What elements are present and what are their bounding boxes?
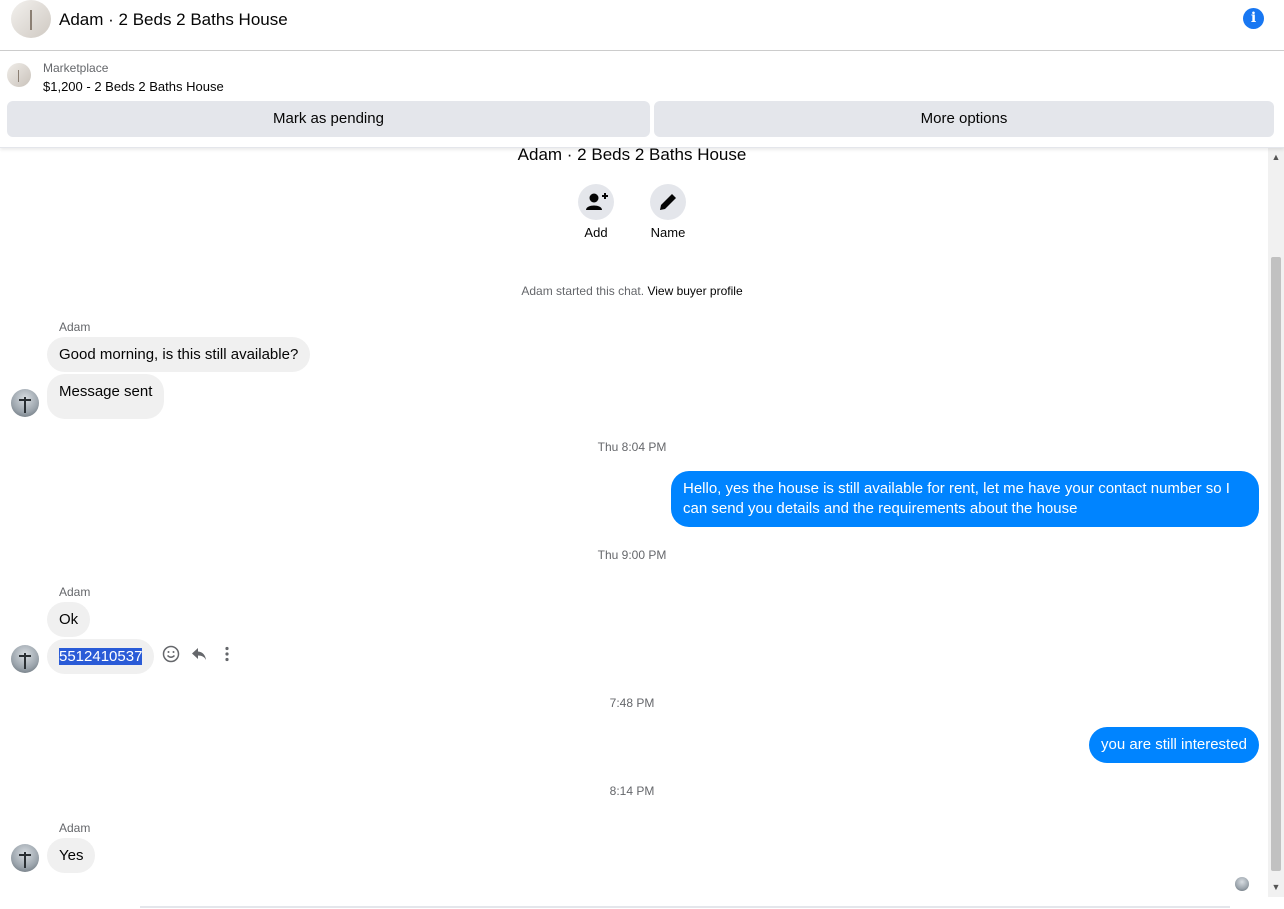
composer-top-border (140, 906, 1230, 908)
chat-header: Adam · 2 Beds 2 Baths House i (0, 0, 1284, 51)
chat-title[interactable]: Adam · 2 Beds 2 Baths House (59, 10, 288, 30)
chat-scrollbar[interactable]: ▲ ▼ (1268, 147, 1284, 897)
incoming-message[interactable]: Good morning, is this still available? (47, 337, 311, 372)
outgoing-message-line: Hello, yes the house is still available … (683, 480, 1230, 497)
scroll-down-arrow-icon[interactable]: ▼ (1268, 879, 1284, 895)
name-label: Name (650, 225, 686, 240)
pencil-icon[interactable] (650, 184, 686, 220)
view-buyer-profile-link[interactable]: View buyer profile (647, 284, 742, 298)
more-vertical-icon[interactable] (217, 645, 237, 665)
adam-avatar[interactable] (11, 389, 39, 417)
listing-avatar[interactable] (11, 0, 51, 38)
add-label: Add (584, 225, 608, 240)
adam-avatar[interactable] (11, 844, 39, 872)
scroll-up-arrow-icon[interactable]: ▲ (1268, 149, 1284, 165)
mark-as-pending-button[interactable]: Mark as pending (7, 101, 650, 137)
outgoing-message[interactable]: you are still interested (1089, 727, 1259, 763)
outgoing-message[interactable]: Hello, yes the house is still available … (671, 471, 1259, 527)
emoji-icon[interactable] (161, 645, 181, 665)
outgoing-message-line: can send you details and the requirement… (683, 500, 1078, 517)
incoming-message-phone[interactable]: 5512410537 (47, 639, 155, 674)
info-icon[interactable]: i (1243, 8, 1264, 29)
timestamp: 7:48 PM (609, 696, 655, 710)
incoming-message[interactable]: Yes (47, 838, 96, 873)
selected-phone-number[interactable]: 5512410537 (59, 648, 143, 665)
add-person-icon[interactable] (578, 184, 614, 220)
incoming-message[interactable]: Message sent (47, 374, 165, 419)
timestamp: Thu 9:00 PM (597, 548, 667, 562)
marketplace-label: Marketplace (43, 61, 109, 75)
marketplace-listing: Marketplace $1,200 - 2 Beds 2 Baths Hous… (0, 51, 1284, 148)
sender-name: Adam (59, 821, 91, 835)
read-receipt-avatar (1235, 877, 1249, 891)
name-action[interactable]: Name (643, 184, 693, 240)
scroll-thumb[interactable] (1271, 257, 1281, 871)
listing-thumbnail[interactable] (7, 63, 31, 87)
add-action[interactable]: Add (571, 184, 621, 240)
conversation-title: Adam · 2 Beds 2 Baths House (517, 145, 747, 164)
sender-name: Adam (59, 585, 91, 599)
reply-icon[interactable] (189, 645, 209, 665)
timestamp: 8:14 PM (609, 784, 655, 798)
started-text: Adam started this chat. (521, 284, 645, 298)
chat-started-notice: Adam started this chat. View buyer profi… (0, 284, 1264, 298)
incoming-message[interactable]: Ok (47, 602, 91, 637)
more-options-button[interactable]: More options (654, 101, 1274, 137)
sender-name: Adam (59, 320, 91, 334)
listing-price-title[interactable]: $1,200 - 2 Beds 2 Baths House (43, 79, 224, 94)
timestamp: Thu 8:04 PM (597, 440, 667, 454)
adam-avatar[interactable] (11, 645, 39, 673)
